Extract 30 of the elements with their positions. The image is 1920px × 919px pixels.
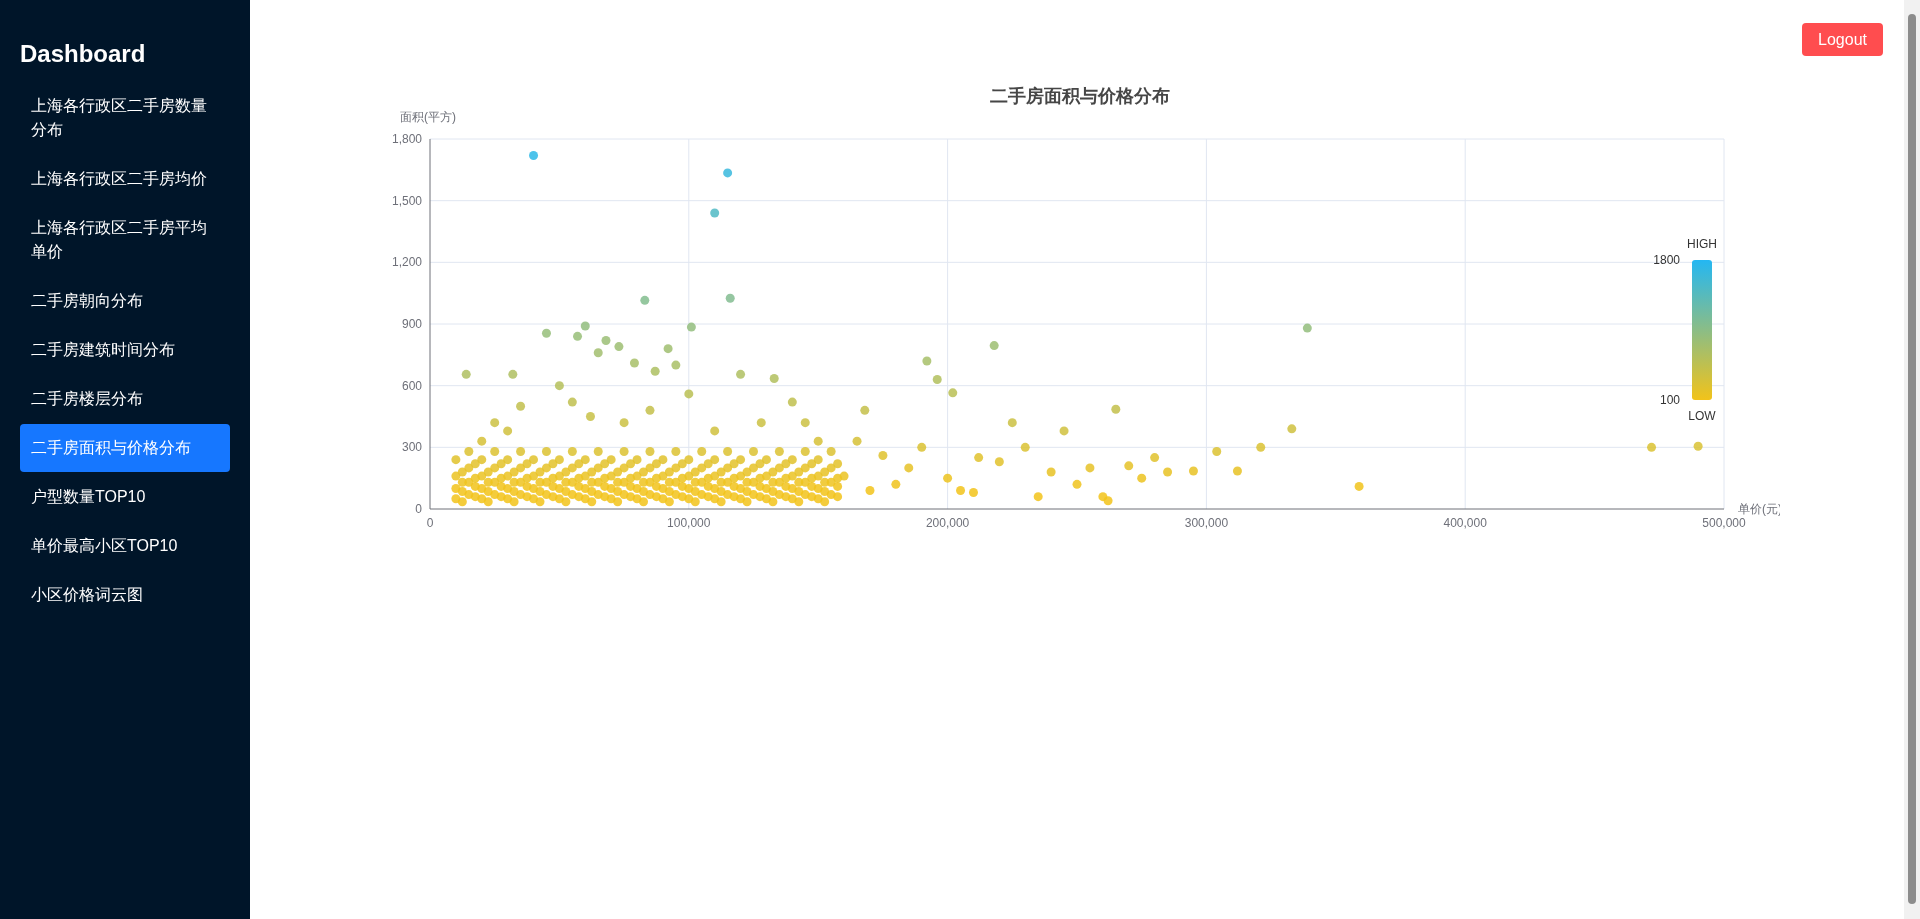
nav-item[interactable]: 二手房面积与价格分布	[20, 424, 230, 472]
legend-low-label: LOW	[1688, 409, 1716, 423]
x-tick-label: 200,000	[925, 516, 970, 530]
y-tick-label: 1,800	[391, 132, 422, 146]
nav-item[interactable]: 上海各行政区二手房数量分布	[20, 82, 230, 154]
y-tick-label: 300	[401, 440, 422, 455]
nav-item[interactable]: 二手房建筑时间分布	[20, 326, 230, 374]
y-tick-label: 900	[401, 317, 422, 331]
x-tick-label: 500,000	[1702, 516, 1746, 530]
x-tick-label: 400,000	[1443, 516, 1487, 530]
y-tick-label: 0	[415, 502, 422, 516]
legend-high-label: HIGH	[1687, 237, 1717, 251]
y-tick-label: 1,200	[391, 255, 422, 270]
nav-item[interactable]: 上海各行政区二手房均价	[20, 155, 230, 203]
chart-title: 二手房面积与价格分布	[990, 86, 1170, 106]
x-tick-label: 100,000	[667, 516, 711, 530]
nav-item[interactable]: 二手房楼层分布	[20, 375, 230, 423]
legend-max-label: 1800	[1653, 253, 1680, 267]
y-tick-label: 600	[401, 378, 422, 393]
app-title: Dashboard	[20, 40, 147, 68]
nav-item[interactable]: 上海各行政区二手房平均单价	[20, 204, 230, 276]
x-tick-label: 300,000	[1184, 516, 1229, 530]
nav-item[interactable]: 户型数量TOP10	[20, 473, 230, 521]
nav-item[interactable]: 二手房朝向分布	[20, 277, 230, 325]
x-tick-label: 0	[426, 516, 434, 530]
legend-min-label: 100	[1659, 393, 1680, 407]
y-tick-label: 1,500	[391, 193, 422, 208]
nav-item[interactable]: 小区价格词云图	[20, 571, 230, 619]
y-axis-title: 面积(平方)	[400, 110, 456, 124]
nav-item[interactable]: 单价最高小区TOP10	[20, 522, 230, 570]
